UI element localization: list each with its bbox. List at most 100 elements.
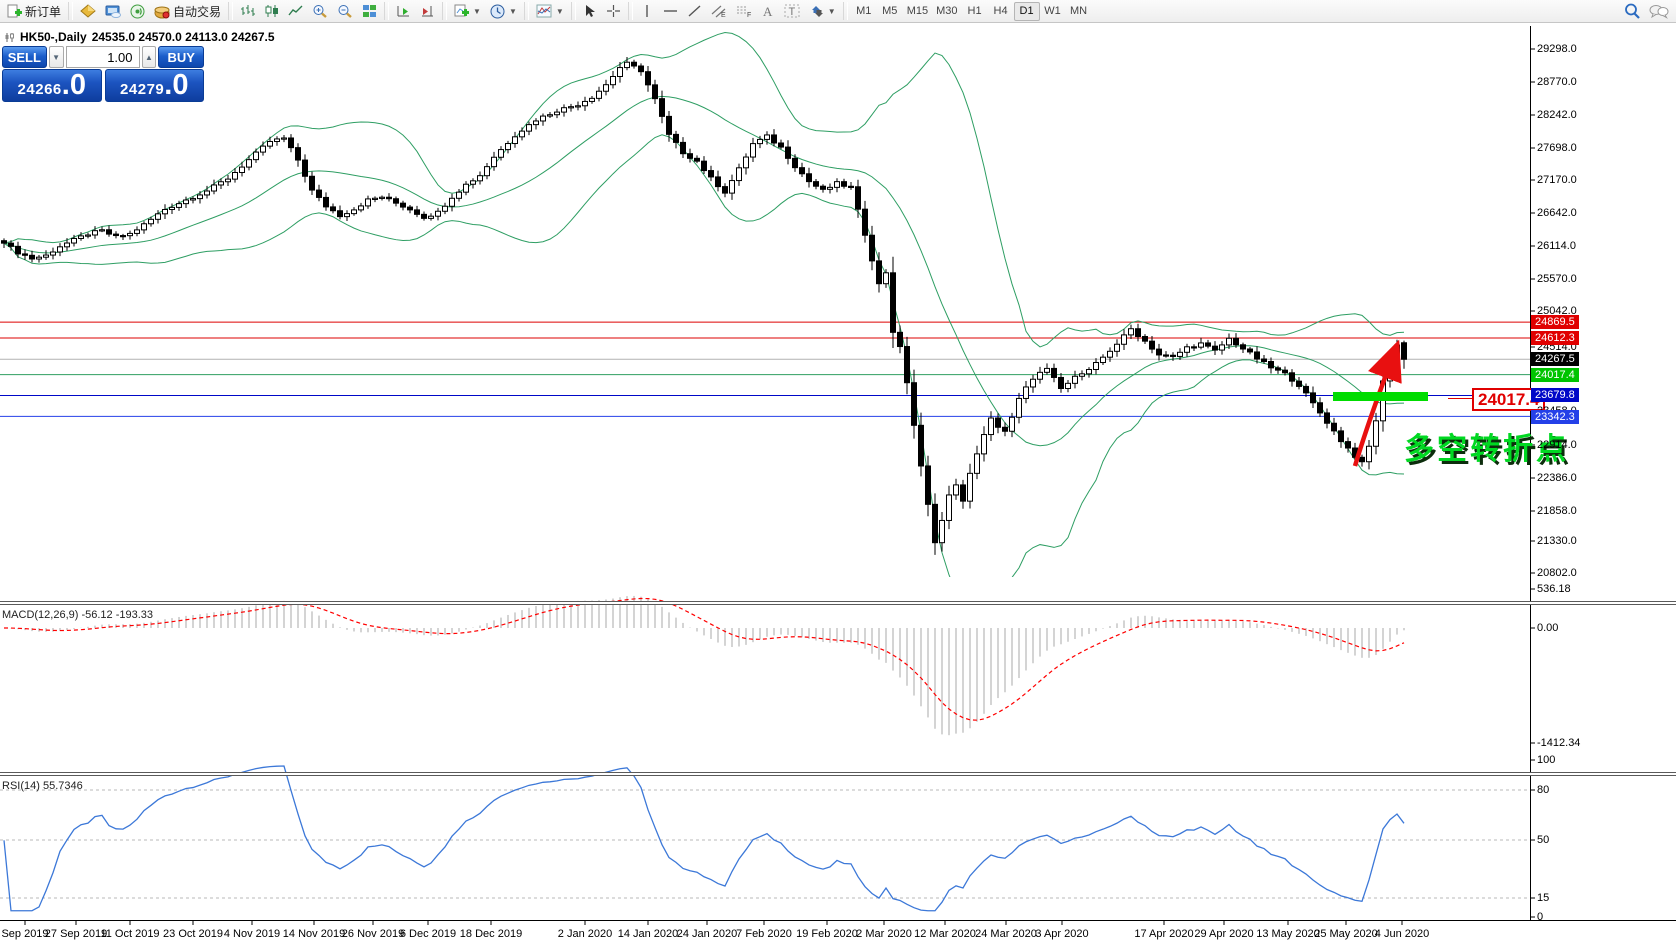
buy-button[interactable]: BUY — [158, 46, 204, 68]
zoom-out-button[interactable] — [333, 1, 357, 21]
bar-chart-button[interactable] — [236, 1, 259, 21]
metaeditor-icon — [80, 4, 96, 18]
candle-body — [597, 91, 602, 98]
volume-input[interactable] — [66, 46, 140, 68]
price-tick-label: 22914.0 — [1537, 439, 1577, 451]
virtual-hosting-button[interactable] — [101, 1, 125, 21]
new-order-button[interactable]: 新订单 — [3, 1, 65, 21]
search-button[interactable] — [1620, 1, 1645, 21]
crosshair-button[interactable] — [602, 1, 625, 21]
volume-decrease-button[interactable]: ▼ — [49, 46, 64, 68]
timeframe-h4-button[interactable]: H4 — [988, 2, 1014, 21]
date-tick-label: 14 Jan 2020 — [618, 928, 679, 940]
timeframe-mn-button[interactable]: MN — [1066, 2, 1092, 21]
fibonacci-button[interactable]: F — [732, 1, 756, 21]
horizontal-line-button[interactable] — [659, 1, 682, 21]
candle-body — [891, 273, 896, 333]
trendline-button[interactable] — [683, 1, 706, 21]
timeframe-m15-button[interactable]: M15 — [903, 2, 932, 21]
metaeditor-button[interactable] — [76, 1, 100, 21]
timeframe-w1-button[interactable]: W1 — [1040, 2, 1066, 21]
indicators-button[interactable]: ▼ — [532, 1, 568, 21]
text-label-button[interactable]: T — [780, 1, 804, 21]
price-tick-label: 28242.0 — [1537, 109, 1577, 121]
date-tick-label: 4 Jun 2020 — [1375, 928, 1429, 940]
candle-body — [1003, 427, 1008, 431]
candle-body — [674, 134, 679, 142]
auto-scroll-button[interactable] — [392, 1, 415, 21]
candle-body — [149, 219, 154, 223]
price-level-badge: 23342.3 — [1531, 410, 1579, 424]
timeframe-m30-button[interactable]: M30 — [932, 2, 961, 21]
auto-trading-button[interactable]: 自动交易 — [150, 1, 225, 21]
volume-increase-button[interactable]: ▲ — [142, 46, 157, 68]
date-tick-label: 6 Dec 2019 — [400, 928, 456, 940]
candle-body — [947, 495, 952, 521]
candle-body — [1304, 386, 1309, 392]
candle-body — [30, 255, 35, 259]
support-zone-rectangle[interactable] — [1333, 392, 1428, 401]
zoom-in-button[interactable] — [308, 1, 332, 21]
chat-button[interactable] — [1645, 1, 1673, 21]
candle-body — [254, 152, 259, 160]
pane-separator[interactable] — [0, 601, 1676, 605]
candle-body — [247, 160, 252, 167]
sell-price-button[interactable]: 24266.0 — [2, 69, 102, 102]
candle-body — [793, 158, 798, 167]
bollinger-band-line — [4, 135, 1404, 618]
candle-body — [44, 255, 49, 257]
toolbar-separator — [571, 2, 576, 20]
text-button[interactable]: A — [757, 1, 779, 21]
toolbar-separator — [68, 2, 73, 20]
candle-body — [1059, 377, 1064, 388]
vertical-line-button[interactable] — [636, 1, 658, 21]
candle-body — [1164, 355, 1169, 356]
timeframe-d1-button[interactable]: D1 — [1014, 2, 1040, 21]
candle-body — [933, 504, 938, 542]
candle-body — [443, 206, 448, 211]
candle-body — [1052, 368, 1057, 377]
candle-body — [1115, 344, 1120, 351]
date-tick-label: 14 Nov 2019 — [283, 928, 345, 940]
equidistant-channel-button[interactable]: E — [707, 1, 731, 21]
periods-clock-icon — [490, 4, 505, 19]
sell-button[interactable]: SELL — [2, 46, 47, 68]
candle-body — [1045, 368, 1050, 372]
candle-body — [863, 209, 868, 235]
candle-body — [1297, 381, 1302, 386]
signals-button[interactable] — [126, 1, 149, 21]
candlestick-chart-button[interactable] — [260, 1, 283, 21]
timeframe-m1-button[interactable]: M1 — [851, 2, 877, 21]
candle-body — [450, 198, 455, 206]
cursor-button[interactable] — [579, 1, 601, 21]
arrows-button[interactable]: ▼ — [805, 1, 840, 21]
toolbar-separator — [524, 2, 529, 20]
candle-body — [1367, 446, 1372, 461]
svg-text:E: E — [721, 12, 726, 18]
candle-body — [604, 85, 609, 92]
periods-clock-button[interactable]: ▼ — [486, 1, 521, 21]
pane-separator[interactable] — [0, 772, 1676, 776]
timeframe-h1-button[interactable]: H1 — [962, 2, 988, 21]
candle-body — [1248, 349, 1253, 352]
buy-price-button[interactable]: 24279.0 — [105, 69, 205, 102]
candle-body — [310, 176, 315, 190]
text-label-icon: T — [784, 4, 800, 18]
date-tick-label: 2 Jan 2020 — [558, 928, 612, 940]
chart-canvas[interactable]: HK50-,Daily 24535.0 24570.0 24113.0 2426… — [0, 24, 1676, 944]
toolbar-separator — [628, 2, 633, 20]
timeframe-m5-button[interactable]: M5 — [877, 2, 903, 21]
rsi-axis-label: 0 — [1537, 911, 1543, 923]
candle-body — [72, 238, 77, 243]
price-tick-label: 21330.0 — [1537, 535, 1577, 547]
candle-body — [303, 160, 308, 176]
line-chart-button[interactable] — [284, 1, 307, 21]
chart-shift-button[interactable] — [416, 1, 439, 21]
candle-body — [289, 138, 294, 148]
new-chart-button[interactable]: ▼ — [450, 1, 485, 21]
candle-body — [968, 473, 973, 501]
tile-windows-button[interactable] — [358, 1, 381, 21]
date-tick-label: 17 Apr 2020 — [1134, 928, 1193, 940]
candle-body — [1311, 393, 1316, 403]
date-tick-label: 26 Nov 2019 — [342, 928, 404, 940]
